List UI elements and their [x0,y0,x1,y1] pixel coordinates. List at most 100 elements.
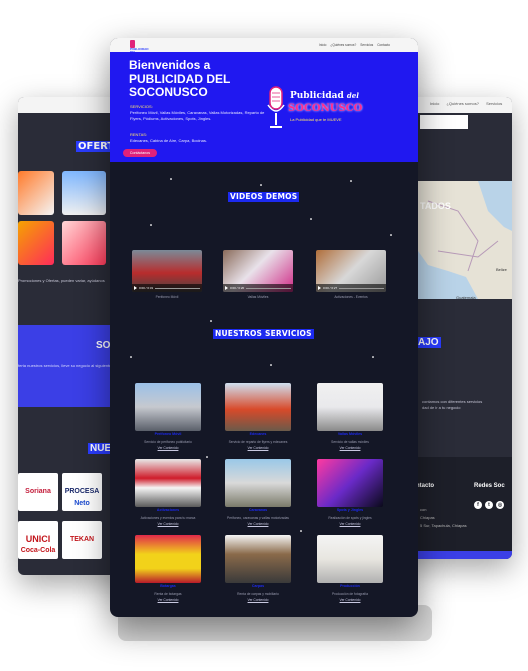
video-controls[interactable]: 0:00 / 0:27 [316,284,386,292]
play-icon[interactable] [318,286,321,290]
service-title[interactable]: Producción [317,584,383,588]
service-link[interactable]: Ver Contenido [317,598,383,602]
right-nav: Inicio ¿Quiénes somos? Servicios [430,101,508,106]
star-dot [390,234,392,236]
play-icon[interactable] [134,286,137,290]
offer-thumb[interactable] [18,221,54,265]
client-logo: Neto [74,500,90,508]
service-link[interactable]: Ver Contenido [135,598,201,602]
video-player[interactable]: 0:00 / 0:27 [316,250,386,292]
video-progress[interactable] [246,287,291,289]
service-desc: Producción de fotografía [332,592,368,596]
map-shape [418,181,512,299]
service-link[interactable]: Ver Contenido [317,522,383,526]
brand-logo: Publicidad del SOCONUSCO La Publicidad q… [262,85,366,130]
social-icons: f t ◎ [474,501,504,509]
service-title[interactable]: Edecanes [225,432,291,436]
service-image[interactable] [225,535,291,583]
offer-thumb[interactable] [62,221,106,265]
service-desc: Renta de carpas y mobiliario [237,592,279,596]
main-nav: Inicio ¿Quiénes somos? Servicios Contact… [319,43,390,47]
footer-contact-title: ntacto [416,483,434,489]
videos-title: VIDEOS DEMOS [228,192,300,202]
right-search-strip [420,115,468,129]
service-image[interactable] [317,383,383,431]
star-dot [210,320,212,322]
service-image[interactable] [225,459,291,507]
contact-button[interactable]: Contáctanos [123,149,157,157]
instagram-icon[interactable]: ◎ [496,501,504,509]
twitter-icon[interactable]: t [485,501,493,509]
service-desc: Activaciones y eventos para tu marca [140,516,196,520]
main-header: PUBLICIDAD DEL SOCONUSCO Inicio ¿Quiénes… [110,38,418,57]
service-desc: Perifoneo, caravanas y vallas motorizada… [227,516,289,520]
video-player[interactable]: 0:00 / 0:31 [132,250,202,292]
facebook-icon[interactable]: f [474,501,482,509]
play-icon[interactable] [225,286,228,290]
client-logo: TEKAN [62,521,102,559]
hero-rentals-label: RENTAS: [130,132,148,137]
hero-services-text: Perifoneo Móvil, Vallas Móviles, Caravan… [130,110,265,121]
hero-rentals-text: Edecanes, Cabina de Aire, Carpa, Bocinas… [130,138,207,143]
service-image[interactable] [225,383,291,431]
services-title: NUESTROS SERVICIOS [213,329,314,339]
offer-thumb[interactable] [62,171,106,215]
microphone-icon [267,86,285,128]
video-progress[interactable] [155,287,200,289]
star-dot [300,530,302,532]
nav-link[interactable]: ¿Quiénes somos? [446,101,478,106]
service-link[interactable]: Ver Contenido [135,522,201,526]
service-title[interactable]: Vallas Móviles [317,432,383,436]
service-image[interactable] [317,535,383,583]
service-title[interactable]: Caravanas [225,508,291,512]
nav-link[interactable]: Inicio [430,101,439,106]
video-time: 0:00 / 0:27 [323,286,338,290]
service-title[interactable]: Activaciones [135,508,201,512]
location-map[interactable] [418,181,512,299]
map-place: Guatemala [456,295,476,300]
nav-link-services[interactable]: Servicios [360,43,373,47]
service-title[interactable]: Spots y Jingles [317,508,383,512]
service-link[interactable]: Ver Contenido [317,446,383,450]
client-logo: Coca-Cola [20,547,56,555]
video-controls[interactable]: 0:00 / 0:31 [132,284,202,292]
home-page-preview: PUBLICIDAD DEL SOCONUSCO Inicio ¿Quiénes… [110,38,418,617]
star-dot [350,180,352,182]
video-time: 0:00 / 0:20 [230,286,245,290]
hero-banner: Bienvenidos a PUBLICIDAD DEL SOCONUSCO S… [110,52,418,162]
nav-link-home[interactable]: Inicio [319,43,326,47]
service-image[interactable] [135,459,201,507]
service-image[interactable] [135,535,201,583]
video-progress[interactable] [339,287,384,289]
service-title[interactable]: Botargas [135,584,201,588]
client-logo: Soriana [18,473,58,511]
offer-thumb[interactable] [18,171,54,215]
service-title[interactable]: Perifoneo Móvil [135,432,201,436]
nav-link-contact[interactable]: Contacto [377,43,390,47]
service-title[interactable]: Carpas [225,584,291,588]
video-caption: Perifoneo Móvil [155,295,179,299]
video-caption: Vallas Móviles [247,295,269,299]
site-logo[interactable]: PUBLICIDAD DEL SOCONUSCO [130,40,152,57]
hero-title: Bienvenidos a PUBLICIDAD DEL SOCONUSCO [129,58,231,99]
nav-link[interactable]: Servicios [486,101,502,106]
service-link[interactable]: Ver Contenido [135,446,201,450]
brand-del: del [346,91,359,100]
star-dot [170,178,172,180]
nav-link-about[interactable]: ¿Quiénes somos? [330,43,356,47]
service-image[interactable] [135,383,201,431]
star-dot [310,218,312,220]
services-banner-title: SO [96,340,111,351]
service-desc: Servicio de reparto de flyers y edecanes [228,440,288,444]
brand-word: Publicidad [290,91,344,101]
service-link[interactable]: Ver Contenido [225,522,291,526]
video-player[interactable]: 0:00 / 0:20 [223,250,293,292]
star-dot [260,184,262,186]
service-link[interactable]: Ver Contenido [225,446,291,450]
service-image[interactable] [317,459,383,507]
service-desc: Renta de botargas [154,592,182,596]
service-link[interactable]: Ver Contenido [225,598,291,602]
service-desc: Servicio de vallas móviles [331,440,369,444]
video-controls[interactable]: 0:00 / 0:20 [223,284,293,292]
brand-name-2: SOCONUSCO [288,103,363,114]
